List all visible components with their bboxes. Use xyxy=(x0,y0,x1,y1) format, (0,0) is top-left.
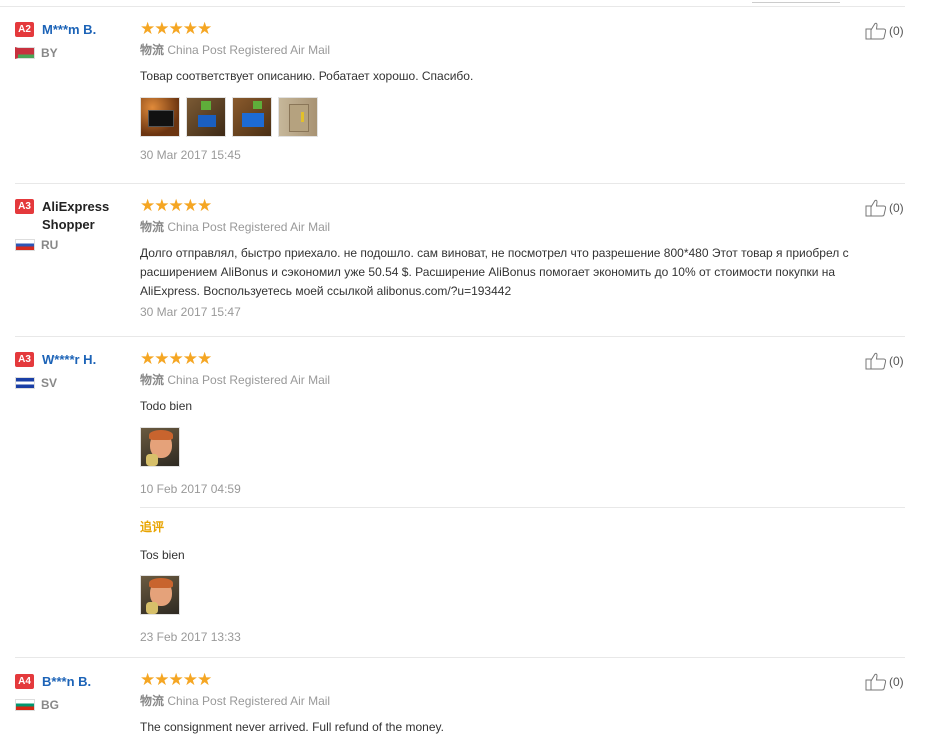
followup-text: Tos bien xyxy=(140,548,185,562)
review-divider xyxy=(15,336,905,337)
helpful-count: (0) xyxy=(889,201,904,215)
review-content: ★★★★★ 物流 China Post Registered Air Mail … xyxy=(140,196,890,320)
flag-sv-icon xyxy=(15,377,35,389)
top-tab-indicator xyxy=(752,0,840,3)
reviewer-name[interactable]: W****r H. xyxy=(42,351,96,369)
followup-photos xyxy=(140,575,890,615)
followup-label: 追评 xyxy=(140,520,165,534)
buyer-level-badge: A3 xyxy=(15,199,34,214)
thumbs-up-icon xyxy=(865,673,887,691)
country-code: BG xyxy=(41,698,59,712)
review-date: 10 Feb 2017 04:59 xyxy=(140,482,241,496)
helpful-button[interactable]: (0) xyxy=(865,673,904,691)
reviewer-info: A2 M***m B. BY xyxy=(15,21,135,60)
logistics-label: 物流 xyxy=(140,373,165,387)
review-photo[interactable] xyxy=(278,97,318,137)
star-rating: ★★★★★ xyxy=(140,670,212,689)
review-photo[interactable] xyxy=(140,575,180,615)
shipping-method-value: China Post Registered Air Mail xyxy=(167,694,331,708)
country-code: SV xyxy=(41,376,58,390)
review-photo[interactable] xyxy=(140,427,180,467)
helpful-button[interactable]: (0) xyxy=(865,199,904,217)
star-rating: ★★★★★ xyxy=(140,349,212,368)
shipping-method: 物流 China Post Registered Air Mail xyxy=(140,693,890,709)
reviewer-info: A3 AliExpress Shopper RU xyxy=(15,198,135,252)
shipping-method: 物流 China Post Registered Air Mail xyxy=(140,42,890,58)
star-rating: ★★★★★ xyxy=(140,196,212,215)
review-text: Долго отправлял, быстро приехало. не под… xyxy=(140,246,849,298)
review-photos xyxy=(140,97,890,137)
review-text: Товар соответствует описанию. Робатает х… xyxy=(140,69,474,83)
logistics-label: 物流 xyxy=(140,43,165,57)
shipping-method-value: China Post Registered Air Mail xyxy=(167,220,331,234)
helpful-button[interactable]: (0) xyxy=(865,22,904,40)
logistics-label: 物流 xyxy=(140,694,165,708)
shipping-method: 物流 China Post Registered Air Mail xyxy=(140,372,890,388)
review-divider xyxy=(15,657,905,658)
logistics-label: 物流 xyxy=(140,220,165,234)
thumbs-up-icon xyxy=(865,352,887,370)
helpful-count: (0) xyxy=(889,675,904,689)
buyer-level-badge: A3 xyxy=(15,352,34,367)
review-content: ★★★★★ 物流 China Post Registered Air Mail … xyxy=(140,350,890,496)
review-date: 30 Mar 2017 15:45 xyxy=(140,148,241,162)
review-photos xyxy=(140,427,890,467)
review-text: The consignment never arrived. Full refu… xyxy=(140,720,444,734)
review-photo[interactable] xyxy=(140,97,180,137)
review-photo[interactable] xyxy=(186,97,226,137)
review-content: ★★★★★ 物流 China Post Registered Air Mail … xyxy=(140,671,890,737)
reviewer-country: SV xyxy=(15,376,135,390)
star-rating: ★★★★★ xyxy=(140,19,212,38)
followup-date: 23 Feb 2017 13:33 xyxy=(140,630,241,644)
reviewer-country: BY xyxy=(15,46,135,60)
followup-content: 追评 Tos bien 23 Feb 2017 13:33 xyxy=(140,518,890,644)
shipping-method-value: China Post Registered Air Mail xyxy=(167,43,331,57)
review-photo[interactable] xyxy=(232,97,272,137)
review-divider xyxy=(15,183,905,184)
shipping-method-value: China Post Registered Air Mail xyxy=(167,373,331,387)
review-date: 30 Mar 2017 15:47 xyxy=(140,305,241,319)
shipping-method: 物流 China Post Registered Air Mail xyxy=(140,219,890,235)
reviewer-name[interactable]: M***m B. xyxy=(42,21,96,39)
thumbs-up-icon xyxy=(865,22,887,40)
flag-by-icon xyxy=(15,47,35,59)
reviewer-name: AliExpress Shopper xyxy=(42,199,110,232)
review-content: ★★★★★ 物流 China Post Registered Air Mail … xyxy=(140,20,890,162)
reviewer-info: A4 B***n B. BG xyxy=(15,673,135,712)
helpful-count: (0) xyxy=(889,354,904,368)
followup-divider xyxy=(140,507,905,508)
reviewer-country: BG xyxy=(15,698,135,712)
reviewer-info: A3 W****r H. SV xyxy=(15,351,135,390)
thumbs-up-icon xyxy=(865,199,887,217)
helpful-count: (0) xyxy=(889,24,904,38)
reviewer-country: RU xyxy=(15,238,135,252)
country-code: RU xyxy=(41,238,59,252)
top-divider xyxy=(0,6,905,7)
country-code: BY xyxy=(41,46,58,60)
buyer-level-badge: A2 xyxy=(15,22,34,37)
helpful-button[interactable]: (0) xyxy=(865,352,904,370)
buyer-level-badge: A4 xyxy=(15,674,34,689)
flag-bg-icon xyxy=(15,699,35,711)
reviewer-name[interactable]: B***n B. xyxy=(42,673,91,691)
flag-ru-icon xyxy=(15,239,35,251)
review-text: Todo bien xyxy=(140,399,193,413)
